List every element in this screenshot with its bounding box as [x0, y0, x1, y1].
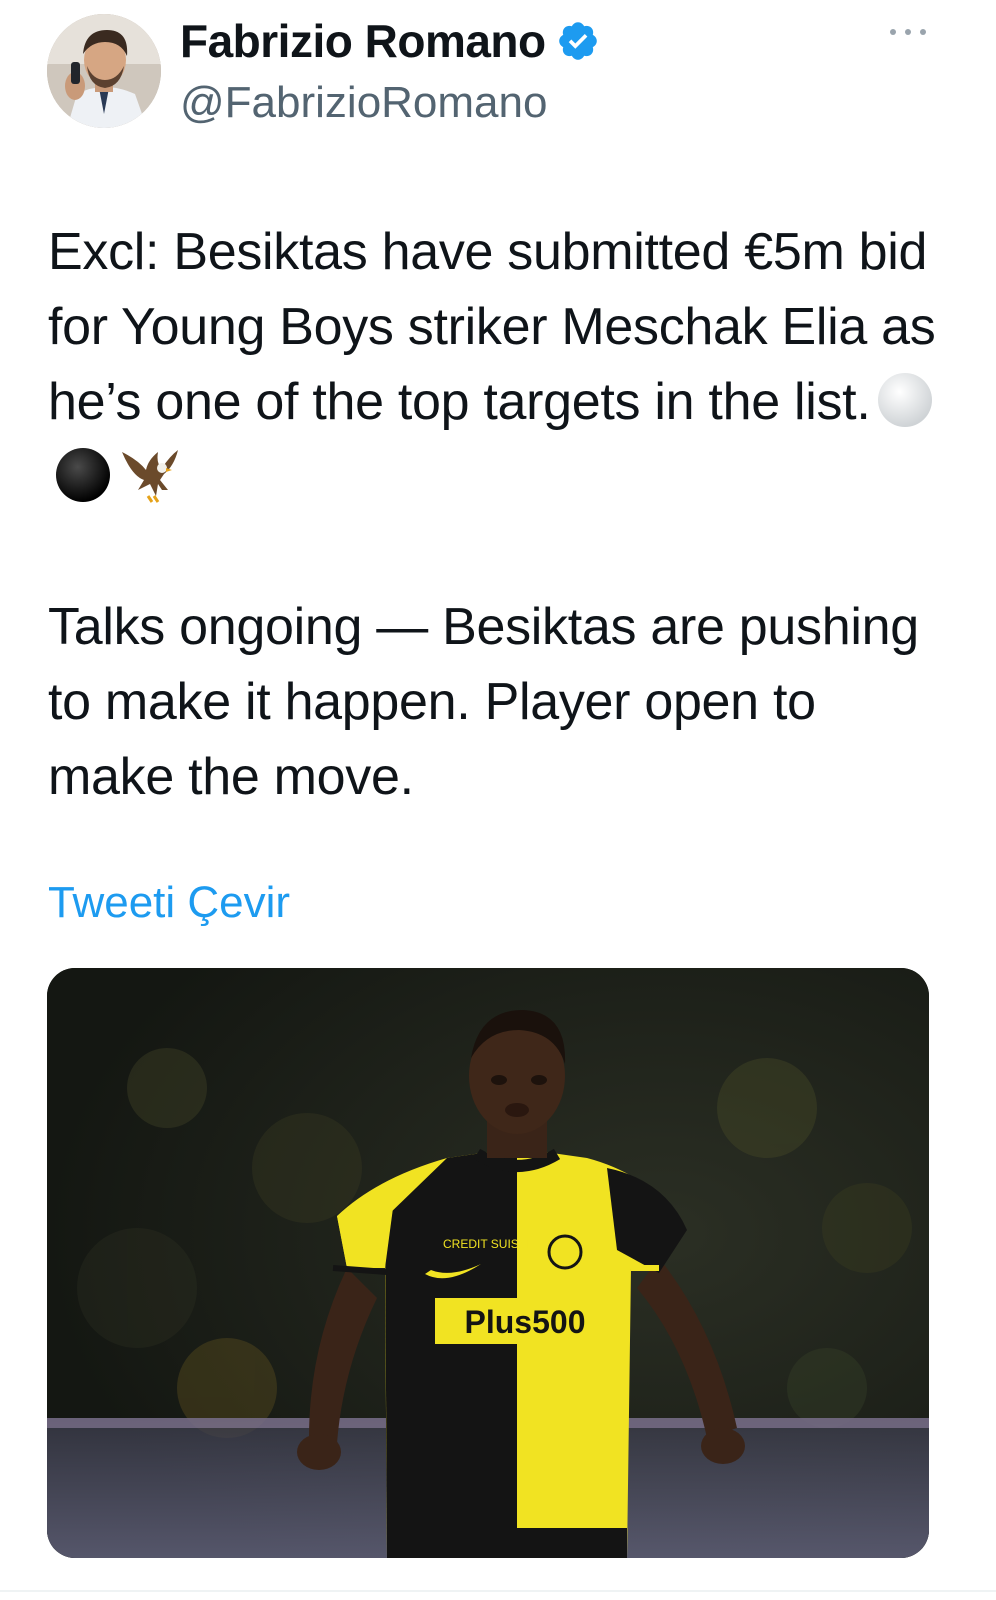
eagle-icon — [118, 446, 180, 504]
player-photo: Plus500 CREDIT SUISSE — [47, 968, 929, 1558]
more-dot — [905, 29, 911, 35]
tweet-paragraph-2: Talks ongoing — Besiktas are pushing to … — [48, 598, 919, 806]
more-dot — [890, 29, 896, 35]
avatar[interactable] — [47, 14, 161, 128]
tweet-paragraph-1-text: Excl: Besiktas have submitted €5m bid fo… — [48, 223, 936, 431]
author-handle[interactable]: @FabrizioRomano — [180, 78, 547, 128]
avatar-image — [47, 14, 161, 128]
black-circle-icon — [54, 446, 112, 504]
jersey-secondary-text: CREDIT SUISSE — [443, 1237, 535, 1251]
author-name-row[interactable]: Fabrizio Romano — [180, 14, 600, 68]
more-options-icon[interactable] — [890, 22, 926, 42]
more-dot — [920, 29, 926, 35]
white-circle-icon — [876, 371, 934, 429]
tweet-paragraph-1: Excl: Besiktas have submitted €5m bid fo… — [48, 215, 948, 515]
tweet: Fabrizio Romano @FabrizioRomano Excl: Be… — [0, 0, 996, 1600]
tweet-text: Excl: Besiktas have submitted €5m bid fo… — [48, 215, 948, 815]
verified-badge-icon — [556, 19, 600, 63]
jersey-sponsor-text: Plus500 — [465, 1304, 586, 1340]
author-display-name[interactable]: Fabrizio Romano — [180, 14, 546, 68]
divider — [0, 1590, 996, 1592]
translate-tweet-link[interactable]: Tweeti Çevir — [48, 878, 290, 928]
tweet-media-image[interactable]: Plus500 CREDIT SUISSE — [47, 968, 929, 1558]
